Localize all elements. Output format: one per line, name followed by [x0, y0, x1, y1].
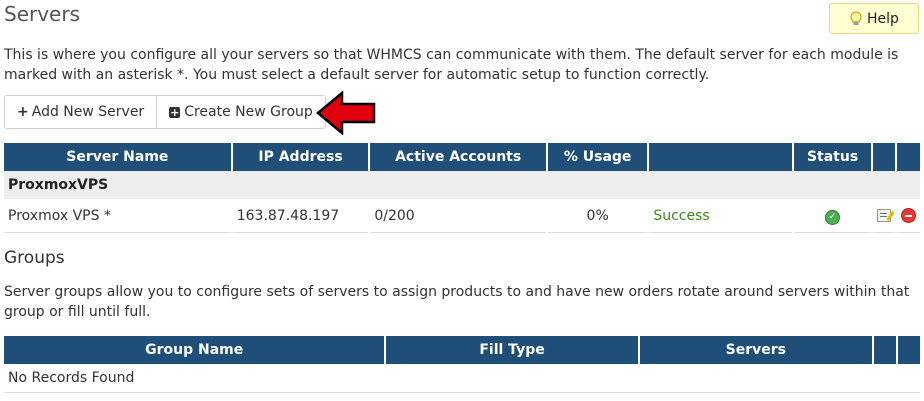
add-new-server-label: Add New Server	[31, 104, 145, 120]
intro-text: This is where you configure all your ser…	[4, 47, 899, 83]
col-delete	[896, 143, 920, 171]
groups-intro-text: Server groups allow you to configure set…	[4, 284, 910, 320]
help-button[interactable]: Help	[829, 3, 919, 34]
server-group-name: ProxmoxVPS	[4, 171, 920, 199]
server-name: Proxmox VPS *	[4, 199, 231, 233]
server-group-row: ProxmoxVPS	[4, 171, 920, 199]
check-circle-icon: ✓	[825, 209, 841, 225]
no-records-text: No Records Found	[4, 364, 920, 393]
plus-icon: +	[17, 104, 29, 120]
col-ip-address[interactable]: IP Address	[232, 143, 369, 171]
edit-cell	[872, 199, 895, 233]
server-test-result: Success	[649, 199, 793, 233]
servers-table-header: Server Name IP Address Active Accounts %…	[4, 143, 920, 171]
red-arrow-pointer	[316, 91, 376, 135]
col-group-name[interactable]: Group Name	[4, 336, 385, 364]
groups-table-header: Group Name Fill Type Servers	[4, 336, 920, 364]
col-servers[interactable]: Servers	[639, 336, 872, 364]
plus-square-icon: +	[169, 105, 181, 119]
delete-cell	[896, 199, 920, 233]
groups-title: Groups	[4, 248, 65, 268]
toolbar: + Add New Server + Create New Group	[4, 95, 326, 129]
server-active-accounts: 0/200	[370, 199, 546, 233]
status-cell: ✓	[794, 199, 871, 233]
servers-table: Server Name IP Address Active Accounts %…	[2, 143, 922, 233]
server-usage: 0%	[547, 199, 648, 233]
col-group-edit	[873, 336, 896, 364]
groups-table: Group Name Fill Type Servers No Records …	[2, 336, 922, 393]
empty-row: No Records Found	[4, 364, 920, 393]
help-label: Help	[867, 10, 899, 27]
lightbulb-icon	[849, 11, 863, 27]
server-ip: 163.87.48.197	[232, 199, 369, 233]
create-new-group-button[interactable]: + Create New Group	[156, 96, 325, 128]
col-edit	[872, 143, 895, 171]
col-usage[interactable]: % Usage	[547, 143, 648, 171]
edit-icon[interactable]	[876, 209, 891, 222]
col-active-accounts[interactable]: Active Accounts	[370, 143, 546, 171]
create-new-group-label: Create New Group	[184, 104, 313, 120]
add-new-server-button[interactable]: + Add New Server	[5, 96, 157, 128]
col-test	[649, 143, 793, 171]
delete-icon[interactable]	[900, 208, 916, 223]
col-group-delete	[897, 336, 920, 364]
table-row: Proxmox VPS * 163.87.48.197 0/200 0% Suc…	[4, 199, 920, 233]
col-server-name[interactable]: Server Name	[4, 143, 231, 171]
page-title: Servers	[4, 2, 81, 26]
col-status[interactable]: Status	[794, 143, 871, 171]
col-fill-type[interactable]: Fill Type	[386, 336, 638, 364]
